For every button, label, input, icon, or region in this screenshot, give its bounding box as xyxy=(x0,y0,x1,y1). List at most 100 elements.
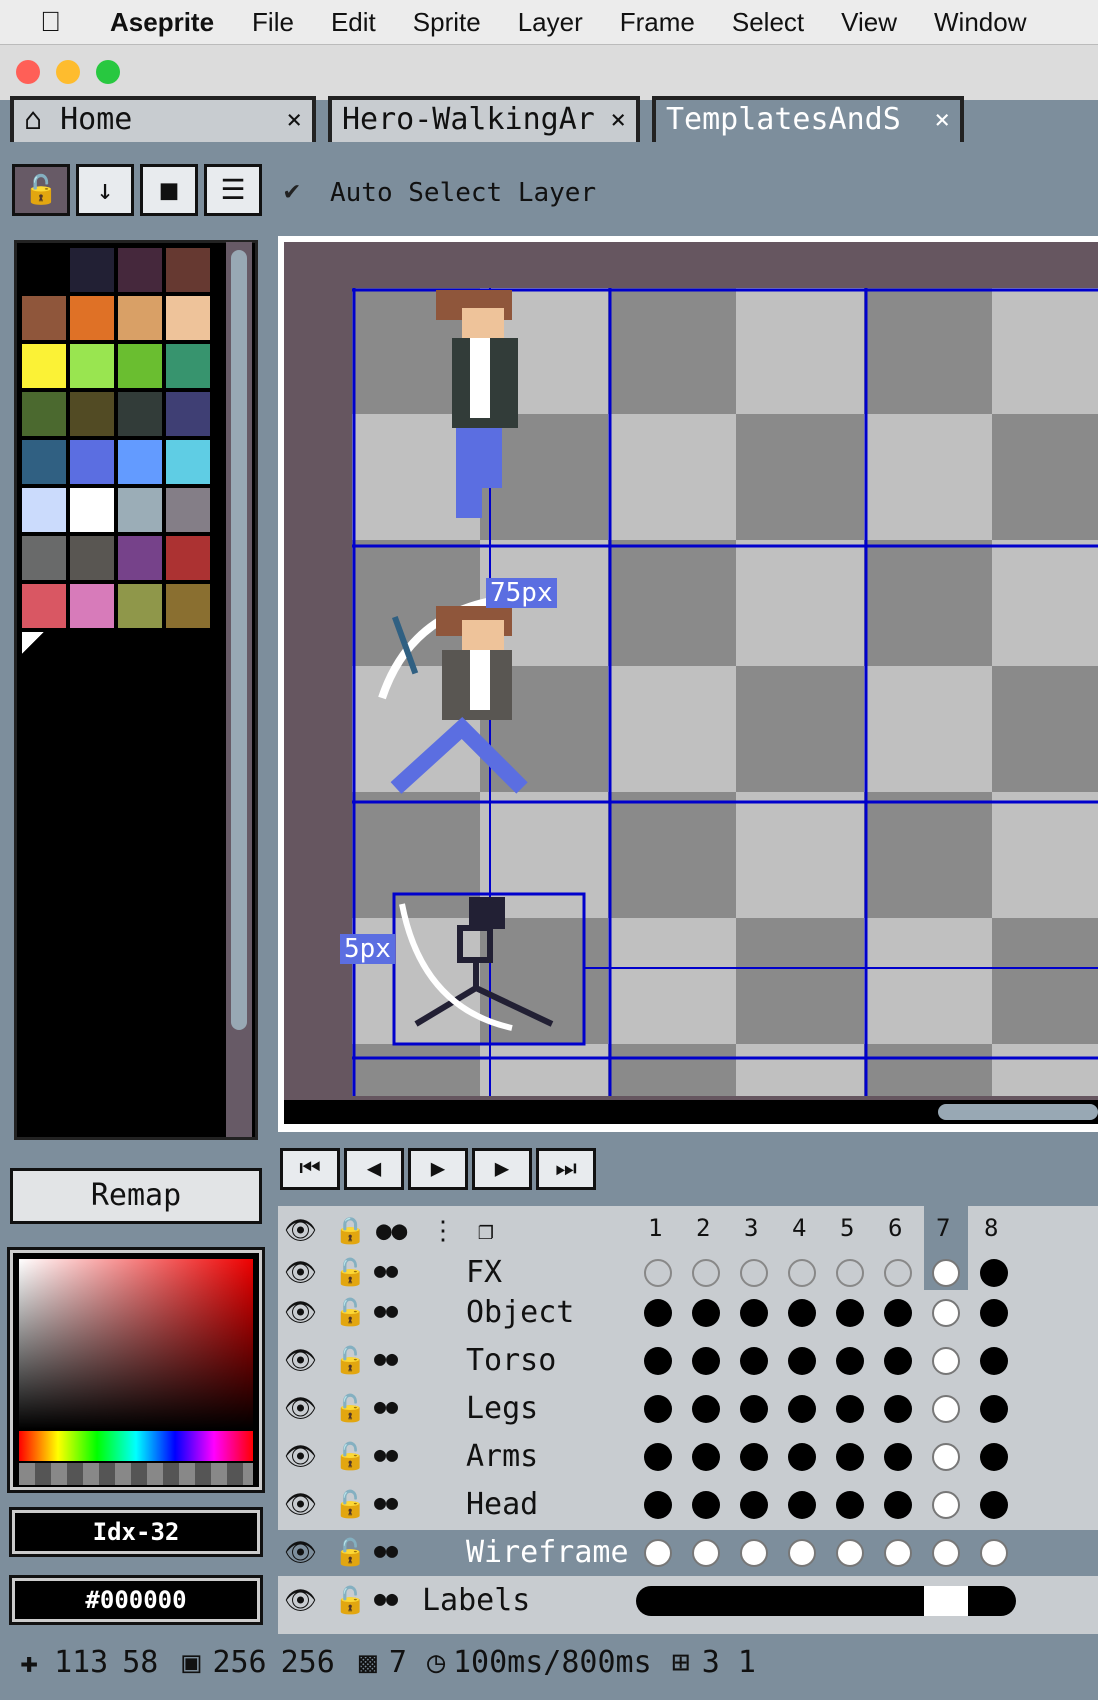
menu-select[interactable]: Select xyxy=(732,7,804,38)
tab-templates[interactable]: TemplatesAndS × xyxy=(652,96,964,142)
down-arrow-icon[interactable]: ↓ xyxy=(76,164,134,216)
menu-layer[interactable]: Layer xyxy=(518,7,583,38)
app-menu[interactable]: Aseprite xyxy=(110,7,214,38)
cel-frame-3[interactable] xyxy=(740,1539,768,1567)
cel-frame-8[interactable] xyxy=(980,1539,1008,1567)
palette-swatch[interactable] xyxy=(70,296,114,340)
cel-frame-7[interactable] xyxy=(932,1347,960,1375)
palette-swatch[interactable] xyxy=(118,296,162,340)
cel-frame-4[interactable] xyxy=(788,1443,816,1471)
cel-frame-7[interactable] xyxy=(932,1491,960,1519)
lock-icon[interactable]: 🔓 xyxy=(334,1586,366,1616)
cel-frame-8[interactable] xyxy=(980,1347,1008,1375)
cel-frame-3[interactable] xyxy=(740,1491,768,1519)
cel-frame-4[interactable] xyxy=(788,1539,816,1567)
continuous-icon[interactable]: ●● xyxy=(374,1442,398,1466)
visibility-eye-icon[interactable]: 👁 xyxy=(284,1298,317,1328)
last-frame-button[interactable]: ⏭ xyxy=(536,1148,596,1190)
palette-swatch[interactable] xyxy=(166,248,210,292)
link-layers-icon[interactable]: ⋮ xyxy=(430,1216,456,1246)
cel-frame-2[interactable] xyxy=(692,1395,720,1423)
tab-hero-walking[interactable]: Hero-WalkingAr × xyxy=(328,96,640,142)
palette-swatch[interactable] xyxy=(22,392,66,436)
frame-header-5[interactable]: 5 xyxy=(840,1214,854,1242)
palette-swatch[interactable] xyxy=(70,536,114,580)
sprite-canvas[interactable] xyxy=(352,288,1098,1096)
palette-swatch[interactable] xyxy=(22,536,66,580)
cel-frame-2[interactable] xyxy=(692,1299,720,1327)
cel-frame-3[interactable] xyxy=(740,1347,768,1375)
cel-frame-5[interactable] xyxy=(836,1299,864,1327)
palette-swatch[interactable] xyxy=(118,344,162,388)
palette-swatch[interactable] xyxy=(166,296,210,340)
frame-header-1[interactable]: 1 xyxy=(648,1214,662,1242)
frame-header-3[interactable]: 3 xyxy=(744,1214,758,1242)
continuous-icon[interactable]: ●● xyxy=(376,1216,407,1246)
close-window-button[interactable] xyxy=(16,60,40,84)
visibility-eye-icon[interactable]: 👁 xyxy=(284,1490,317,1520)
cel-frame-5[interactable] xyxy=(836,1395,864,1423)
palette-swatch[interactable] xyxy=(70,392,114,436)
cel-frame-6[interactable] xyxy=(884,1347,912,1375)
cel-frame-6[interactable] xyxy=(884,1395,912,1423)
visibility-eye-icon[interactable]: 👁 xyxy=(284,1394,317,1424)
visibility-eye-icon[interactable]: 👁 xyxy=(284,1216,317,1246)
palette-swatch[interactable] xyxy=(118,248,162,292)
layer-row-wireframe[interactable]: 👁 🔓 ●● Wireframe xyxy=(278,1530,1098,1576)
page-icon[interactable]: ■ xyxy=(140,164,198,216)
cel-frame-1[interactable] xyxy=(644,1491,672,1519)
cel-frame-2[interactable] xyxy=(692,1259,720,1287)
visibility-eye-icon[interactable]: 👁 xyxy=(284,1258,317,1288)
close-icon[interactable]: × xyxy=(286,100,302,140)
lock-icon[interactable]: 🔓 xyxy=(334,1258,366,1288)
layer-name[interactable]: Legs xyxy=(456,1388,538,1430)
lock-icon[interactable]: 🔓 xyxy=(334,1538,366,1568)
cel-frame-4[interactable] xyxy=(788,1259,816,1287)
cel-frame-4[interactable] xyxy=(788,1491,816,1519)
lock-icon[interactable]: 🔓 xyxy=(334,1394,366,1424)
continuous-icon[interactable]: ●● xyxy=(374,1586,398,1610)
lock-icon[interactable]: 🔓 xyxy=(334,1298,366,1328)
cel-frame-3[interactable] xyxy=(740,1259,768,1287)
continuous-icon[interactable]: ●● xyxy=(374,1298,398,1322)
cel-frame-5[interactable] xyxy=(836,1347,864,1375)
cel-frame-1[interactable] xyxy=(644,1299,672,1327)
layer-row-arms[interactable]: 👁 🔓 ●● Arms xyxy=(278,1434,1098,1480)
apple-logo-icon[interactable]:  xyxy=(40,6,80,38)
checkbox-icon[interactable]: ✔ xyxy=(284,176,300,206)
visibility-eye-icon[interactable]: 👁 xyxy=(284,1346,317,1376)
cel-frame-7[interactable] xyxy=(932,1299,960,1327)
cel-frame-1[interactable] xyxy=(644,1259,672,1287)
menu-view[interactable]: View xyxy=(841,7,897,38)
cel-frame-1[interactable] xyxy=(644,1443,672,1471)
cel-frame-8[interactable] xyxy=(980,1443,1008,1471)
menu-sprite[interactable]: Sprite xyxy=(413,7,481,38)
cel-frame-1[interactable] xyxy=(644,1347,672,1375)
cel-frame-4[interactable] xyxy=(788,1395,816,1423)
previous-frame-button[interactable]: ◀ xyxy=(344,1148,404,1190)
cel-frame-8[interactable] xyxy=(980,1299,1008,1327)
palette-swatch[interactable] xyxy=(22,248,66,292)
palette-swatch[interactable] xyxy=(166,392,210,436)
cel-frame-2[interactable] xyxy=(692,1539,720,1567)
layer-name[interactable]: Wireframe xyxy=(456,1532,629,1574)
layer-name[interactable]: Arms xyxy=(456,1436,538,1478)
cel-frame-8[interactable] xyxy=(980,1491,1008,1519)
saturation-value-field[interactable] xyxy=(19,1259,253,1429)
close-icon[interactable]: × xyxy=(610,100,626,140)
lock-icon[interactable]: 🔓 xyxy=(334,1346,366,1376)
layer-name[interactable]: Torso xyxy=(456,1340,556,1382)
tab-home[interactable]: ⌂ Home × xyxy=(10,96,316,142)
continuous-icon[interactable]: ●● xyxy=(374,1258,398,1282)
lock-icon[interactable]: 🔓 xyxy=(12,164,70,216)
palette-swatch[interactable] xyxy=(118,392,162,436)
palette-swatch[interactable] xyxy=(22,344,66,388)
frame-header-6[interactable]: 6 xyxy=(888,1214,902,1242)
canvas-scroll-thumb[interactable] xyxy=(938,1104,1098,1120)
cel-frame-5[interactable] xyxy=(836,1539,864,1567)
cel-frame-2[interactable] xyxy=(692,1491,720,1519)
menu-file[interactable]: File xyxy=(252,7,294,38)
minimize-window-button[interactable] xyxy=(56,60,80,84)
cel-frame-5[interactable] xyxy=(836,1491,864,1519)
alpha-slider[interactable] xyxy=(19,1463,253,1485)
